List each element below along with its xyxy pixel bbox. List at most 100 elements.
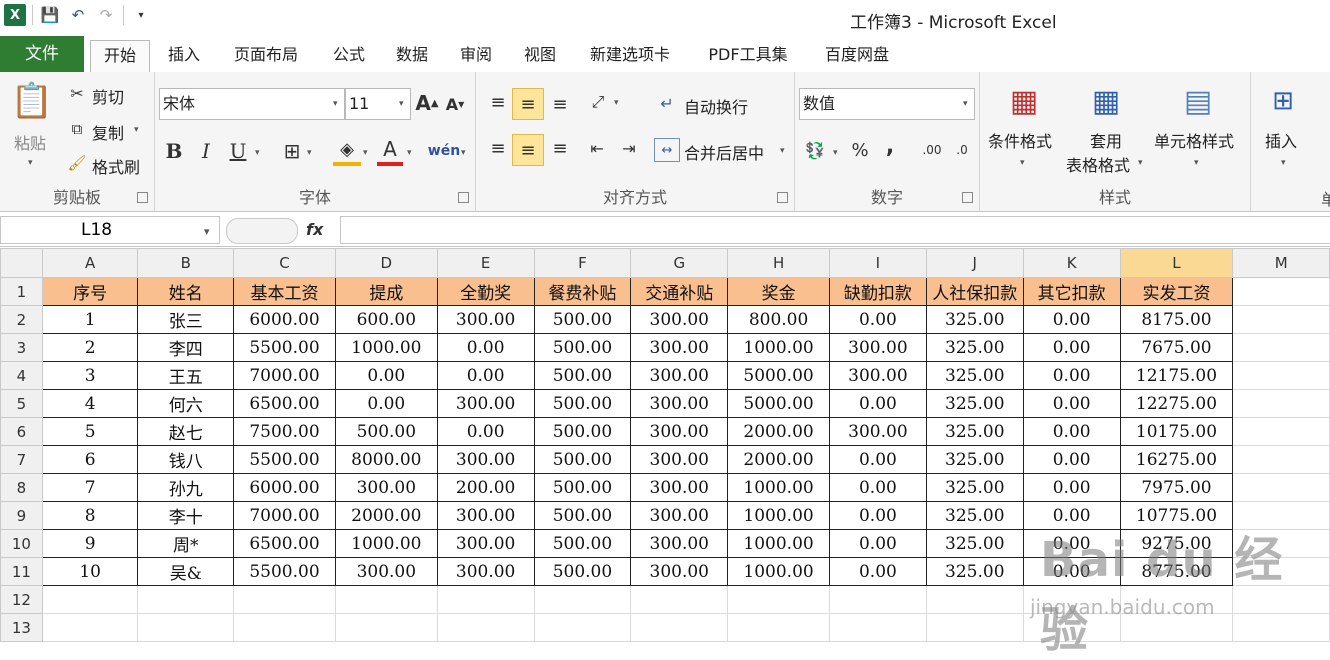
cell[interactable]: 8175.00 (1119, 305, 1234, 334)
cell[interactable]: 0.00 (1022, 389, 1121, 418)
underline-button[interactable]: U (225, 138, 251, 164)
cell[interactable]: 300.00 (436, 305, 535, 334)
cell[interactable]: 10175.00 (1119, 417, 1234, 446)
cell[interactable]: 300.00 (630, 389, 729, 418)
cell[interactable]: 0.00 (1022, 361, 1121, 390)
conditional-dropdown-icon[interactable]: ▾ (1020, 158, 1025, 168)
cell[interactable]: 500.00 (334, 417, 438, 446)
row-header[interactable]: 7 (0, 445, 43, 474)
format-painter-icon[interactable]: 🖌 (66, 152, 88, 174)
cell[interactable]: 6500.00 (233, 389, 336, 418)
number-launcher-icon[interactable] (962, 192, 973, 203)
cell[interactable] (233, 585, 336, 614)
column-header-k[interactable]: K (1022, 248, 1121, 278)
orientation-dropdown-icon[interactable]: ▾ (614, 98, 619, 108)
cell[interactable]: 人社保扣款 (925, 277, 1024, 306)
cell[interactable]: 5000.00 (727, 389, 830, 418)
cell[interactable]: 李四 (137, 333, 235, 362)
font-launcher-icon[interactable] (458, 192, 469, 203)
cell[interactable]: 1000.00 (727, 529, 830, 558)
paste-icon[interactable]: 📋 (11, 78, 53, 124)
row-header[interactable]: 1 (0, 277, 43, 306)
format-as-table-icon[interactable]: ▦ (1084, 80, 1128, 122)
column-header-i[interactable]: I (828, 248, 927, 278)
format-table-dropdown-icon[interactable]: ▾ (1138, 158, 1143, 168)
grow-font-icon[interactable]: A ▲ (415, 90, 439, 116)
cell[interactable]: 0.00 (334, 361, 438, 390)
font-color-dropdown-icon[interactable]: ▾ (407, 148, 412, 158)
cell[interactable]: 5 (41, 417, 139, 446)
column-header-m[interactable]: M (1232, 248, 1330, 278)
cell[interactable] (1232, 277, 1330, 306)
cell[interactable]: 800.00 (727, 305, 830, 334)
cell-styles-dropdown-icon[interactable]: ▾ (1194, 158, 1199, 168)
shrink-font-icon[interactable]: A ▼ (443, 92, 467, 116)
cell[interactable]: 300.00 (630, 361, 729, 390)
phonetic-guide-icon[interactable]: wén (428, 136, 460, 166)
currency-dropdown-icon[interactable]: ▾ (833, 148, 838, 158)
cell[interactable]: 缺勤扣款 (828, 277, 927, 306)
cell[interactable]: 7675.00 (1119, 333, 1234, 362)
cell-styles-button[interactable]: 单元格样式 (1154, 128, 1234, 152)
format-table-label-1[interactable]: 套用 (1090, 128, 1122, 152)
cell[interactable] (137, 585, 235, 614)
cell[interactable]: 325.00 (925, 445, 1024, 474)
formula-resize-icon[interactable] (226, 218, 298, 244)
row-header[interactable]: 4 (0, 361, 43, 390)
tab-file[interactable]: 文件 (0, 36, 84, 72)
row-header[interactable]: 11 (0, 557, 43, 586)
cell[interactable] (1232, 389, 1330, 418)
cell[interactable]: 1000.00 (334, 529, 438, 558)
clipboard-launcher-icon[interactable] (137, 192, 148, 203)
merge-center-icon[interactable]: ↔ (654, 138, 680, 162)
cell[interactable]: 1 (41, 305, 139, 334)
cell[interactable]: 300.00 (630, 529, 729, 558)
cell[interactable]: 2000.00 (727, 445, 830, 474)
cell[interactable] (334, 585, 438, 614)
cell[interactable]: 200.00 (436, 473, 535, 502)
currency-icon[interactable]: 💱 (801, 136, 829, 164)
cell[interactable]: 全勤奖 (436, 277, 535, 306)
cell[interactable]: 0.00 (828, 445, 927, 474)
formula-input[interactable] (340, 216, 1330, 244)
cell[interactable]: 325.00 (925, 557, 1024, 586)
cell[interactable]: 300.00 (630, 305, 729, 334)
row-header[interactable]: 2 (0, 305, 43, 334)
cell[interactable]: 周* (137, 529, 235, 558)
tab-home[interactable]: 开始 (90, 40, 150, 72)
format-painter-button[interactable]: 格式刷 (92, 154, 140, 178)
tab-data[interactable]: 数据 (385, 40, 439, 71)
column-header-b[interactable]: B (137, 248, 235, 278)
cell[interactable]: 基本工资 (233, 277, 336, 306)
customize-qat-icon[interactable]: ▾ (130, 4, 152, 26)
cell[interactable]: 300.00 (436, 501, 535, 530)
cell[interactable]: 12275.00 (1119, 389, 1234, 418)
align-bottom-icon[interactable]: ≡ (546, 90, 574, 118)
row-header[interactable]: 3 (0, 333, 43, 362)
alignment-launcher-icon[interactable] (777, 192, 788, 203)
cell[interactable]: 300.00 (334, 557, 438, 586)
cell[interactable]: 7000.00 (233, 501, 336, 530)
align-right-icon[interactable]: ≡ (546, 134, 574, 162)
cell[interactable]: 7975.00 (1119, 473, 1234, 502)
cell[interactable] (1232, 333, 1330, 362)
cell[interactable] (137, 613, 235, 642)
cell[interactable]: 2000.00 (334, 501, 438, 530)
cell[interactable] (533, 585, 632, 614)
comma-button[interactable]: , (879, 132, 901, 160)
cell[interactable]: 0.00 (436, 361, 535, 390)
cell[interactable]: 5500.00 (233, 445, 336, 474)
cell[interactable]: 钱八 (137, 445, 235, 474)
cell[interactable] (1232, 361, 1330, 390)
cell[interactable]: 10 (41, 557, 139, 586)
cell[interactable]: 500.00 (533, 417, 632, 446)
cell[interactable]: 300.00 (630, 557, 729, 586)
cell[interactable]: 0.00 (828, 305, 927, 334)
align-top-icon[interactable]: ≡ (484, 88, 512, 116)
cell[interactable]: 325.00 (925, 333, 1024, 362)
cell[interactable] (828, 585, 927, 614)
name-box[interactable]: L18 (0, 216, 220, 244)
font-name-dropdown-icon[interactable]: ▾ (333, 99, 338, 109)
merge-dropdown-icon[interactable]: ▾ (780, 146, 785, 156)
underline-dropdown-icon[interactable]: ▾ (255, 148, 260, 158)
